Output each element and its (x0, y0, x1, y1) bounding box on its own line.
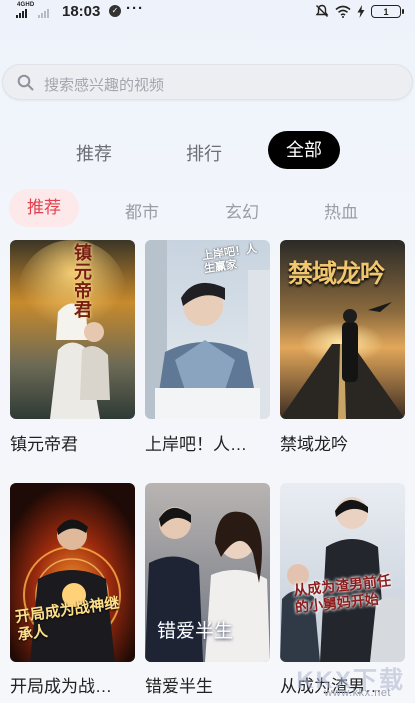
drama-title-1[interactable]: 镇元帝君 (10, 430, 136, 455)
mute-icon (315, 4, 329, 17)
tab-all[interactable]: 全部 (268, 131, 340, 169)
signal-icon-secondary (38, 9, 49, 18)
poster-text: 错爱半生 (157, 620, 234, 642)
tab-recommend[interactable]: 推荐 (76, 140, 112, 166)
wifi-icon (335, 5, 351, 18)
search-input[interactable]: 搜索感兴趣的视频 (44, 74, 164, 95)
drama-card-1[interactable]: 镇元帝君 (10, 240, 135, 419)
drama-title-4[interactable]: 开局成为战… (10, 672, 136, 697)
tab-ranking[interactable]: 排行 (186, 140, 222, 166)
category-urban[interactable]: 都市 (125, 198, 159, 223)
drama-card-5[interactable]: 错爱半生 (145, 483, 270, 662)
drama-card-2[interactable]: 上岸吧！人生赢家 (145, 240, 270, 419)
poster-text: 禁域龙吟 (288, 259, 385, 288)
more-notifications: ··· (126, 0, 144, 17)
watermark-url: www.kkx.net (324, 687, 391, 699)
status-bar: 4GHD 18:03 ✓ ··· 1 (0, 0, 415, 24)
drama-title-3[interactable]: 禁域龙吟 (280, 430, 406, 455)
search-icon (17, 74, 34, 91)
status-time: 18:03 (62, 3, 101, 20)
charging-icon (357, 4, 365, 18)
drama-title-5[interactable]: 错爱半生 (145, 672, 271, 697)
battery-icon: 1 (371, 4, 404, 18)
poster-image (10, 240, 135, 419)
signal-icon (16, 9, 27, 18)
category-recommend[interactable]: 推荐 (9, 189, 79, 227)
notification-badge-icon: ✓ (109, 5, 121, 17)
poster-text: 镇元帝君 (74, 243, 92, 321)
drama-title-2[interactable]: 上岸吧！人… (145, 430, 271, 455)
search-bar[interactable]: 搜索感兴趣的视频 (2, 64, 413, 100)
drama-card-6[interactable]: 从成为渣男前任的小舅妈开始 (280, 483, 405, 662)
drama-card-3[interactable]: 禁域龙吟 (280, 240, 405, 419)
drama-card-4[interactable]: 开局成为战神继承人 (10, 483, 135, 662)
category-passion[interactable]: 热血 (324, 198, 358, 223)
network-type: 4GHD (17, 2, 35, 8)
category-fantasy[interactable]: 玄幻 (225, 198, 259, 223)
